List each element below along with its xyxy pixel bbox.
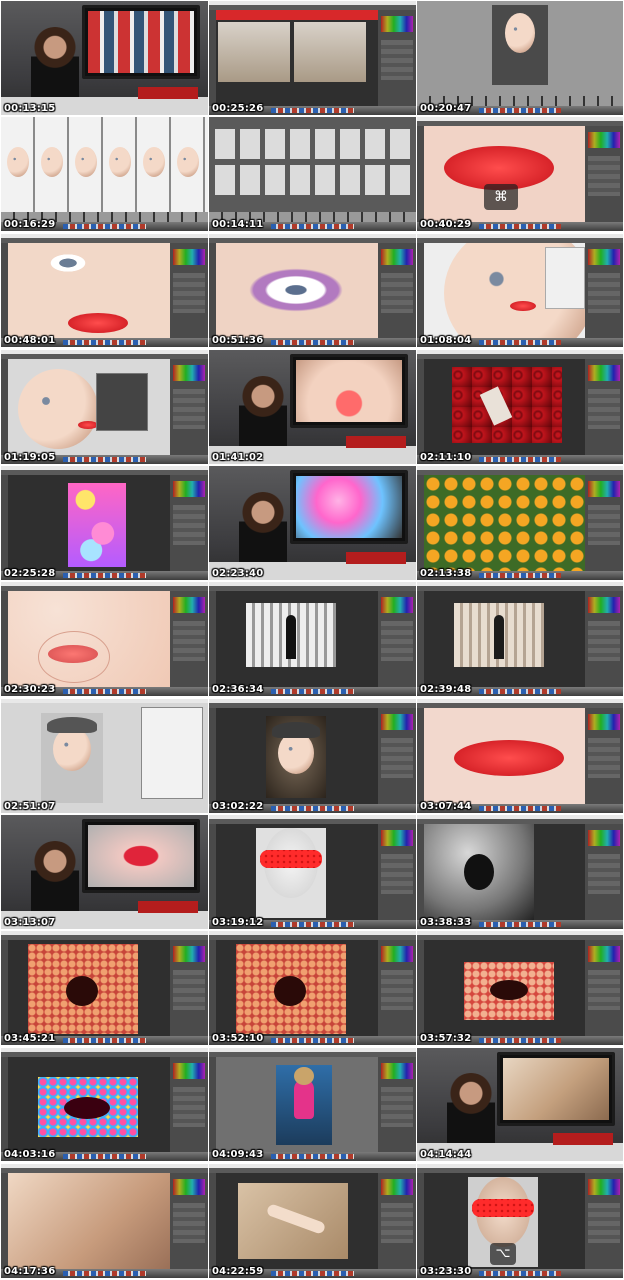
timestamp-label: 00:40:29: [420, 219, 472, 231]
timestamp-label: 01:41:02: [212, 451, 264, 463]
video-thumbnail[interactable]: 02:36:34: [209, 582, 416, 697]
timestamp-label: 00:16:29: [4, 219, 56, 231]
timestamp-label: 03:45:21: [4, 1033, 56, 1045]
video-thumbnail[interactable]: 02:11:10: [417, 349, 623, 464]
video-thumbnail[interactable]: 04:22:59: [209, 1163, 416, 1278]
timestamp-label: 02:13:38: [420, 567, 472, 579]
timestamp-label: 00:51:36: [212, 335, 264, 347]
video-thumbnail[interactable]: 03:45:21: [1, 931, 208, 1046]
video-thumbnail[interactable]: ⌘ 00:40:29: [417, 117, 623, 232]
timestamp-label: 04:17:36: [4, 1265, 56, 1277]
video-thumbnail[interactable]: 03:52:10: [209, 931, 416, 1046]
video-thumbnail[interactable]: ⌥ 03:23:30: [417, 1163, 623, 1278]
video-thumbnail[interactable]: 02:30:23: [1, 582, 208, 697]
timestamp-label: 03:57:32: [420, 1033, 472, 1045]
timestamp-label: 00:48:01: [4, 335, 56, 347]
timestamp-label: 00:25:26: [212, 102, 264, 114]
timestamp-label: 04:22:59: [212, 1265, 264, 1277]
video-thumbnail[interactable]: 03:57:32: [417, 931, 623, 1046]
timestamp-label: 02:11:10: [420, 451, 472, 463]
timestamp-label: 02:39:48: [420, 684, 472, 696]
video-thumbnail[interactable]: 03:13:07: [1, 815, 208, 929]
video-thumbnail[interactable]: 03:07:44: [417, 698, 623, 813]
video-thumbnail[interactable]: 00:13:15: [1, 1, 208, 115]
timestamp-label: 02:25:28: [4, 567, 56, 579]
timestamp-label: 04:03:16: [4, 1149, 56, 1161]
timestamp-label: 03:07:44: [420, 800, 472, 812]
video-thumbnail[interactable]: 00:14:11: [209, 117, 416, 232]
timestamp-label: 02:30:23: [4, 684, 56, 696]
timestamp-label: 03:23:30: [420, 1265, 472, 1277]
video-thumbnail[interactable]: 00:16:29: [1, 117, 208, 232]
video-thumbnail-grid: 00:13:15 00:25:26 00:20:47 00:16:29 00:14:11…: [0, 0, 624, 1280]
timestamp-label: 01:08:04: [420, 335, 472, 347]
timestamp-label: 03:38:33: [420, 916, 472, 928]
video-thumbnail[interactable]: 03:02:22: [209, 698, 416, 813]
video-thumbnail[interactable]: 02:23:40: [209, 466, 416, 580]
video-thumbnail[interactable]: 01:08:04: [417, 233, 623, 348]
video-thumbnail[interactable]: 02:25:28: [1, 466, 208, 580]
video-thumbnail[interactable]: 02:39:48: [417, 582, 623, 697]
video-thumbnail[interactable]: 04:17:36: [1, 1163, 208, 1278]
video-thumbnail[interactable]: 02:51:07: [1, 698, 208, 813]
video-thumbnail[interactable]: 04:14:44: [417, 1047, 623, 1162]
timestamp-label: 00:14:11: [212, 219, 264, 231]
video-thumbnail[interactable]: 04:09:43: [209, 1047, 416, 1162]
timestamp-label: 02:23:40: [212, 567, 264, 579]
video-thumbnail[interactable]: 01:19:05: [1, 349, 208, 464]
video-thumbnail[interactable]: 03:38:33: [417, 815, 623, 929]
timestamp-label: 04:14:44: [420, 1149, 472, 1161]
video-thumbnail[interactable]: 00:20:47: [417, 1, 623, 115]
timestamp-label: 03:13:07: [4, 916, 56, 928]
video-thumbnail[interactable]: 00:48:01: [1, 233, 208, 348]
timestamp-label: 03:02:22: [212, 800, 264, 812]
timestamp-label: 02:51:07: [4, 800, 56, 812]
timestamp-label: 02:36:34: [212, 684, 264, 696]
timestamp-label: 00:13:15: [4, 102, 56, 114]
timestamp-label: 03:19:12: [212, 916, 264, 928]
video-thumbnail[interactable]: 02:13:38: [417, 466, 623, 580]
timestamp-label: 03:52:10: [212, 1033, 264, 1045]
video-thumbnail[interactable]: 04:03:16: [1, 1047, 208, 1162]
timestamp-label: 04:09:43: [212, 1149, 264, 1161]
timestamp-label: 01:19:05: [4, 451, 56, 463]
timestamp-label: 00:20:47: [420, 102, 472, 114]
video-thumbnail[interactable]: 00:25:26: [209, 1, 416, 115]
video-thumbnail[interactable]: 03:19:12: [209, 815, 416, 929]
video-thumbnail[interactable]: 00:51:36: [209, 233, 416, 348]
video-thumbnail[interactable]: 01:41:02: [209, 349, 416, 464]
